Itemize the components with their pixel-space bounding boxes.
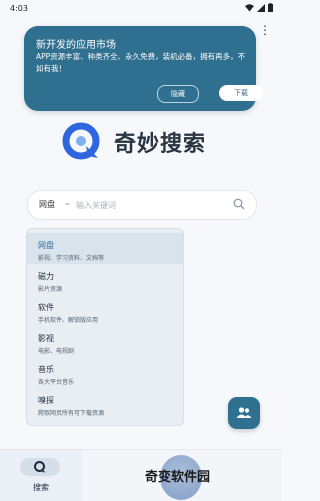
category-dropdown: 网盘 影视、学习资料、文档等 磁力 影片资源 软件 手机软件、解锁版应用 影视 … — [26, 228, 184, 426]
download-button[interactable]: 下载 — [219, 85, 263, 101]
dropdown-item-desc: 各大平台音乐 — [38, 379, 75, 386]
banner-title: 新开发的应用市场 — [36, 40, 116, 51]
dropdown-item-desc: 手机软件、解锁版应用 — [38, 317, 99, 324]
nav-tab-search[interactable]: 搜索 — [0, 450, 82, 501]
battery-icon — [268, 3, 273, 14]
search-category-select[interactable]: 网盘 — [39, 199, 55, 210]
status-icons — [245, 3, 273, 14]
bottom-nav: 搜索 — [0, 449, 281, 501]
dropdown-item-desc: 影片资源 — [38, 286, 63, 293]
dropdown-item-label: 磁力 — [38, 272, 54, 281]
status-time: 4:03 — [10, 4, 28, 13]
people-icon — [236, 407, 252, 418]
dropdown-item-label: 嗅探 — [38, 396, 54, 405]
app-logo: 奇妙搜索 — [62, 120, 206, 164]
dropdown-item-yinyue[interactable]: 音乐 各大平台音乐 — [27, 357, 183, 388]
app-market-banner: 新开发的应用市场 APP资源丰富、种类齐全、永久免费，装机必备，拥有再多，不如有… — [24, 26, 263, 111]
overflow-menu-icon[interactable]: ⋮ — [259, 24, 271, 36]
dropdown-item-label: 网盘 — [38, 241, 54, 250]
dropdown-item-label: 影视 — [38, 334, 54, 343]
search-bar: 网盘 ⌄ — [27, 190, 257, 220]
dropdown-item-yingshi[interactable]: 影视 电影、电视剧 — [27, 326, 183, 357]
dropdown-item-desc: 影视、学习资料、文档等 — [38, 255, 105, 262]
community-fab-button[interactable] — [228, 397, 260, 429]
hide-button[interactable]: 隐藏 — [157, 85, 199, 103]
app-logo-icon — [62, 122, 100, 160]
search-input[interactable] — [76, 197, 226, 213]
signal-icon — [257, 3, 265, 14]
nav-tab-indicator — [20, 458, 60, 476]
dropdown-item-desc: 电影、电视剧 — [38, 348, 75, 355]
dropdown-item-wangpan[interactable]: 网盘 影视、学习资料、文档等 — [27, 233, 183, 264]
dropdown-item-desc: 爬取网页所有可下载资源 — [38, 410, 105, 417]
dropdown-item-cili[interactable]: 磁力 影片资源 — [27, 264, 183, 295]
dropdown-item-xiutan[interactable]: 嗅探 爬取网页所有可下载资源 — [27, 388, 183, 419]
nav-tab-search-label: 搜索 — [33, 483, 49, 492]
chevron-down-icon[interactable]: ⌄ — [64, 198, 71, 207]
dropdown-item-ruanjian[interactable]: 软件 手机软件、解锁版应用 — [27, 295, 183, 326]
dropdown-item-label: 软件 — [38, 303, 54, 312]
search-icon[interactable] — [233, 198, 245, 210]
app-logo-text: 奇妙搜索 — [114, 132, 207, 157]
status-bar: 4:03 — [0, 0, 281, 16]
search-logo-icon — [34, 461, 46, 473]
wifi-icon — [245, 3, 254, 14]
banner-description: APP资源丰富、种类齐全、永久免费，装机必备，拥有再多，不如有我！ — [36, 52, 246, 73]
watermark-text: 奇变软件园 — [145, 470, 211, 485]
dropdown-item-label: 音乐 — [38, 365, 54, 374]
